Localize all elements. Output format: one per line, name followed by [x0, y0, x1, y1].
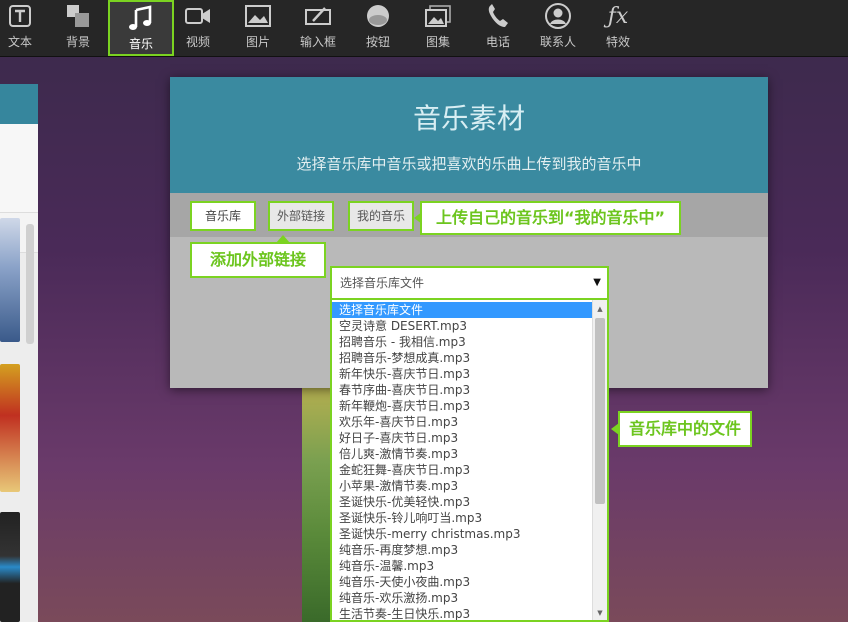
- toolbar-item-label: 音乐: [128, 37, 153, 51]
- list-scrollbar[interactable]: ▲ ▼: [592, 300, 607, 620]
- dialog-header: 音乐素材 选择音乐库中音乐或把喜欢的乐曲上传到我的音乐中: [170, 77, 768, 193]
- list-item[interactable]: 圣诞快乐-铃儿响叮当.mp3: [332, 510, 593, 526]
- list-item[interactable]: 纯音乐-再度梦想.mp3: [332, 542, 593, 558]
- toolbar-item-gallery[interactable]: 图集: [408, 0, 468, 56]
- toolbar-item-music[interactable]: 音乐: [108, 0, 174, 56]
- left-panel: 的: [0, 84, 38, 622]
- scroll-down-icon[interactable]: ▼: [593, 606, 607, 620]
- button-icon: [365, 2, 391, 30]
- list-item[interactable]: 倍儿爽-激情节奏.mp3: [332, 446, 593, 462]
- list-item[interactable]: 新年快乐-喜庆节日.mp3: [332, 366, 593, 382]
- gallery-icon: [425, 2, 451, 30]
- music-library-select[interactable]: 选择音乐库文件 ▼: [330, 266, 609, 300]
- list-item[interactable]: 生活节奏-生日快乐.mp3: [332, 606, 593, 620]
- list-item[interactable]: 招聘音乐-梦想成真.mp3: [332, 350, 593, 366]
- list-item[interactable]: 选择音乐库文件: [332, 302, 593, 318]
- callout-text: 音乐库中的文件: [628, 419, 741, 438]
- list-item[interactable]: 好日子-喜庆节日.mp3: [332, 430, 593, 446]
- left-panel-header: [0, 84, 38, 124]
- toolbar-item-phone[interactable]: 电话: [468, 0, 528, 56]
- callout-text: 添加外部链接: [209, 250, 306, 269]
- dialog-title: 音乐素材: [412, 102, 525, 135]
- callout-library-files: 音乐库中的文件: [611, 411, 752, 447]
- background-icon: [65, 2, 91, 30]
- phone-icon: [486, 2, 510, 30]
- callout-text: 上传自己的音乐到“我的音乐中”: [435, 208, 666, 227]
- toolbar-item-label: 图片: [245, 35, 270, 49]
- music-icon: [128, 4, 154, 32]
- list-item[interactable]: 新年鞭炮-喜庆节日.mp3: [332, 398, 593, 414]
- list-item[interactable]: 圣诞快乐-merry christmas.mp3: [332, 526, 593, 542]
- toolbar-item-label: 电话: [485, 35, 510, 49]
- toolbar-item-label: 图集: [425, 35, 450, 49]
- list-item[interactable]: 春节序曲-喜庆节日.mp3: [332, 382, 593, 398]
- contact-icon: [545, 2, 571, 30]
- toolbar-item-input-box[interactable]: 输入框: [288, 0, 348, 56]
- toolbar-item-label: 文本: [7, 35, 32, 49]
- list-item[interactable]: 金蛇狂舞-喜庆节日.mp3: [332, 462, 593, 478]
- list-item[interactable]: 欢乐年-喜庆节日.mp3: [332, 414, 593, 430]
- list-item[interactable]: 小苹果-激情节奏.mp3: [332, 478, 593, 494]
- list-item[interactable]: 纯音乐-欢乐激扬.mp3: [332, 590, 593, 606]
- list-item[interactable]: 纯音乐-温馨.mp3: [332, 558, 593, 574]
- callout-external-link: 添加外部链接: [190, 235, 326, 278]
- page-thumbnail[interactable]: [0, 364, 20, 492]
- list-item[interactable]: 招聘音乐 - 我相信.mp3: [332, 334, 593, 350]
- scroll-thumb[interactable]: [595, 318, 605, 504]
- video-icon: [185, 2, 211, 30]
- toolbar-item-label: 输入框: [299, 35, 336, 49]
- toolbar-item-button[interactable]: 按钮: [348, 0, 408, 56]
- dialog-subtitle: 选择音乐库中音乐或把喜欢的乐曲上传到我的音乐中: [296, 155, 642, 173]
- callout-my-music: 上传自己的音乐到“我的音乐中”: [414, 201, 681, 235]
- toolbar-item-background[interactable]: 背景: [48, 0, 108, 56]
- toolbar-item-label: 背景: [65, 35, 90, 49]
- toolbar-item-text[interactable]: 文本: [0, 0, 50, 56]
- tab-music-library[interactable]: 音乐库: [190, 201, 256, 231]
- toolbar-item-image[interactable]: 图片: [228, 0, 288, 56]
- toolbar-item-effects[interactable]: ƒx 特效: [588, 0, 648, 56]
- toolbar-item-label: 联系人: [539, 35, 576, 49]
- image-icon: [245, 2, 271, 30]
- page-thumbnail[interactable]: [0, 218, 20, 342]
- list-item[interactable]: 纯音乐-天使小夜曲.mp3: [332, 574, 593, 590]
- toolbar-item-label: 按钮: [365, 35, 390, 49]
- tab-external-link[interactable]: 外部链接: [268, 201, 334, 231]
- chevron-down-icon: ▼: [593, 277, 601, 288]
- list-item[interactable]: 圣诞快乐-优美轻快.mp3: [332, 494, 593, 510]
- toolbar-item-video[interactable]: 视频: [168, 0, 228, 56]
- effects-icon: ƒx: [607, 3, 629, 29]
- select-value: 选择音乐库文件: [340, 276, 425, 290]
- top-toolbar: 文本 背景 音乐 视频 图片 输入框 按钮 图集 电话 联系人 ƒx 特效: [0, 0, 848, 57]
- toolbar-item-label: 特效: [605, 35, 630, 49]
- list-item[interactable]: 空灵诗意 DESERT.mp3: [332, 318, 593, 334]
- left-panel-scrollbar[interactable]: [26, 224, 34, 344]
- scroll-up-icon[interactable]: ▲: [593, 302, 607, 316]
- toolbar-item-label: 视频: [185, 35, 210, 49]
- input-box-icon: [305, 2, 331, 30]
- music-file-list[interactable]: 选择音乐库文件 空灵诗意 DESERT.mp3 招聘音乐 - 我相信.mp3 招聘音乐…: [330, 300, 609, 622]
- page-thumbnail[interactable]: [0, 512, 20, 622]
- option-list: 选择音乐库文件 空灵诗意 DESERT.mp3 招聘音乐 - 我相信.mp3 招聘音乐…: [332, 302, 593, 620]
- tab-my-music[interactable]: 我的音乐: [348, 201, 414, 231]
- text-icon: [8, 2, 32, 30]
- toolbar-item-contact[interactable]: 联系人: [528, 0, 588, 56]
